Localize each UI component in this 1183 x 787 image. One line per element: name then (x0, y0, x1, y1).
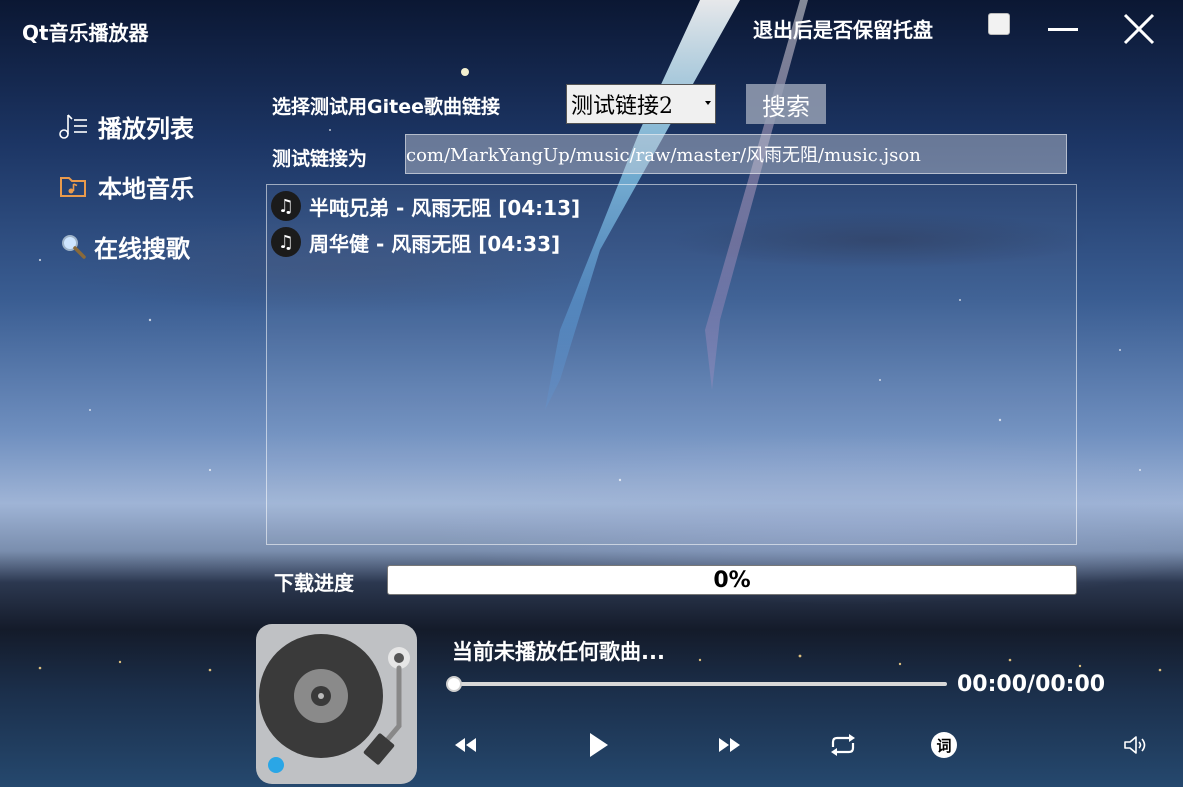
download-progress-text: 0% (713, 567, 751, 593)
selected-link-value: 测试链接2 (571, 94, 673, 119)
music-note-icon: ♫ (271, 227, 301, 257)
rewind-icon (455, 738, 476, 752)
sidebar-item-playlist[interactable]: 播放列表 (56, 108, 194, 144)
play-button[interactable] (583, 730, 613, 760)
app-title: Qt音乐播放器 (22, 21, 149, 45)
sidebar-item-online-search[interactable]: 在线搜歌 (56, 228, 190, 264)
minimize-icon (1048, 28, 1078, 31)
url-value: com/MarkYangUp/music/raw/master/风雨无阻/mus… (406, 145, 921, 166)
search-icon (56, 232, 90, 260)
download-progress-bar: 0% (387, 565, 1077, 595)
song-title: 周华健 - 风雨无阻 [04:33] (309, 231, 561, 256)
sidebar-item-label: 在线搜歌 (94, 234, 190, 263)
repeat-button[interactable] (827, 730, 859, 760)
test-link-select[interactable]: 测试链接2 (566, 84, 716, 124)
play-icon (590, 733, 608, 757)
volume-icon (1124, 736, 1146, 754)
minimize-button[interactable] (1046, 14, 1080, 44)
song-list[interactable]: ♫ 半吨兄弟 - 风雨无阻 [04:13] ♫ 周华健 - 风雨无阻 [04:3… (266, 184, 1077, 545)
sidebar-item-label: 播放列表 (98, 114, 194, 143)
list-item[interactable]: ♫ 半吨兄弟 - 风雨无阻 [04:13] (271, 189, 580, 223)
fast-forward-button[interactable] (714, 730, 744, 760)
folder-music-icon (56, 173, 90, 199)
close-icon (1123, 13, 1155, 45)
link-select-label: 选择测试用Gitee歌曲链接 (272, 96, 500, 118)
fast-forward-icon (719, 738, 740, 752)
lyrics-button[interactable]: 词 (929, 730, 959, 760)
search-button[interactable]: 搜索 (746, 84, 826, 124)
close-button[interactable] (1120, 10, 1158, 48)
now-playing-text: 当前未播放任何歌曲... (452, 640, 665, 664)
music-note-icon: ♫ (271, 191, 301, 221)
rewind-button[interactable] (451, 730, 481, 760)
volume-button[interactable] (1120, 730, 1150, 760)
seek-handle[interactable] (446, 676, 462, 692)
album-cover-turntable (256, 624, 417, 784)
playlist-icon (56, 112, 90, 140)
sidebar-item-local-music[interactable]: 本地音乐 (56, 168, 194, 204)
keep-tray-checkbox[interactable] (988, 13, 1010, 35)
list-item[interactable]: ♫ 周华健 - 风雨无阻 [04:33] (271, 225, 560, 259)
lyrics-icon: 词 (931, 732, 957, 758)
song-title: 半吨兄弟 - 风雨无阻 [04:13] (309, 195, 581, 220)
keep-tray-label: 退出后是否保留托盘 (753, 18, 933, 42)
turntable-icon (259, 634, 410, 773)
sidebar-item-label: 本地音乐 (98, 174, 194, 203)
chevron-down-icon (705, 101, 711, 105)
repeat-icon (831, 734, 855, 756)
seek-slider[interactable] (454, 682, 947, 686)
time-display: 00:00/00:00 (957, 672, 1106, 697)
url-label: 测试链接为 (272, 148, 368, 170)
url-field[interactable]: com/MarkYangUp/music/raw/master/风雨无阻/mus… (405, 134, 1067, 174)
download-progress-label: 下载进度 (274, 571, 354, 595)
